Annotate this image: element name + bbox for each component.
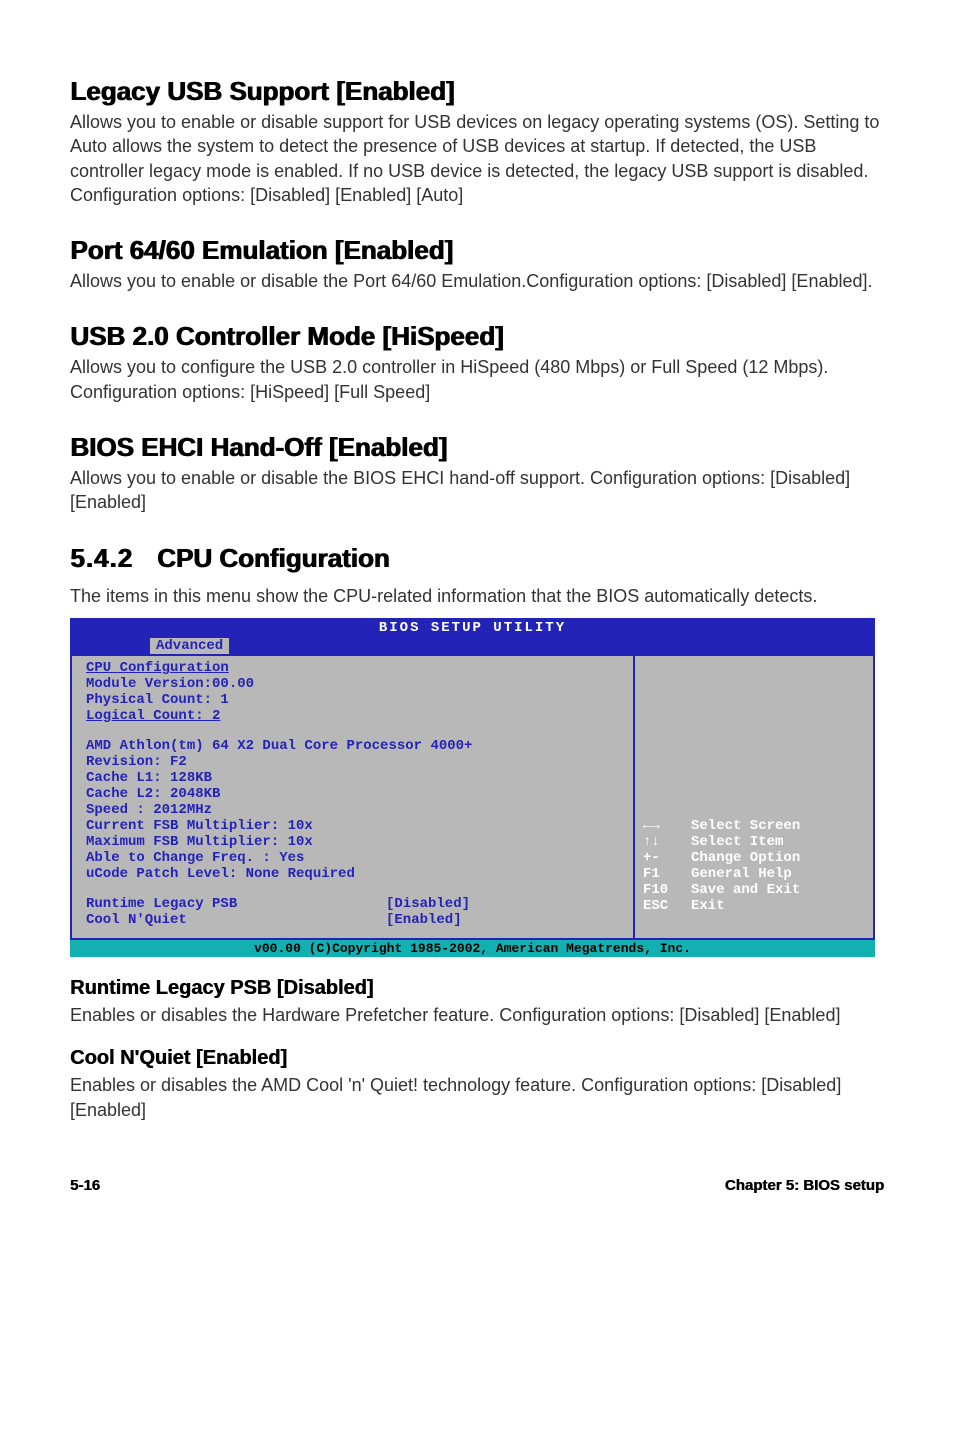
help-label: Save and Exit xyxy=(691,882,800,898)
section-title: CPU Configuration xyxy=(157,543,390,573)
help-key: F1 xyxy=(643,866,691,882)
help-key: +- xyxy=(643,850,691,866)
bios-setting-cool-n-quiet: Cool N'Quiet [Enabled] xyxy=(86,912,623,928)
help-row: F10Save and Exit xyxy=(643,882,865,898)
help-row: ↑↓Select Item xyxy=(643,834,865,850)
heading-port-6460: Port 64/60 Emulation [Enabled] xyxy=(70,235,884,266)
bios-ucode: uCode Patch Level: None Required xyxy=(86,866,623,882)
bios-copyright: v00.00 (C)Copyright 1985-2002, American … xyxy=(70,940,875,957)
help-key: ESC xyxy=(643,898,691,914)
subheading-cool-n-quiet: Cool N'Quiet [Enabled] xyxy=(70,1047,884,1070)
bios-screenshot: BIOS SETUP UTILITY Advanced CPU Configur… xyxy=(70,618,875,957)
bios-speed: Speed : 2012MHz xyxy=(86,802,623,818)
heading-legacy-usb: Legacy USB Support [Enabled] xyxy=(70,76,884,107)
heading-usb20-mode: USB 2.0 Controller Mode [HiSpeed] xyxy=(70,321,884,352)
body-port-6460: Allows you to enable or disable the Port… xyxy=(70,269,884,293)
section-number: 5.4.2 xyxy=(70,543,133,573)
help-key: ↑↓ xyxy=(643,834,691,850)
help-label: Select Item xyxy=(691,834,783,850)
bios-right-panel: ←→Select Screen ↑↓Select Item +-Change O… xyxy=(635,656,875,940)
footer-page-number: 5-16 xyxy=(70,1177,100,1194)
subheading-runtime-psb: Runtime Legacy PSB [Disabled] xyxy=(70,977,884,1000)
bios-tab-row: Advanced xyxy=(70,638,875,656)
body-runtime-psb: Enables or disables the Hardware Prefetc… xyxy=(70,1003,884,1027)
help-row: ←→Select Screen xyxy=(643,818,865,834)
body-cpu-config: The items in this menu show the CPU-rela… xyxy=(70,584,884,608)
bios-physical-count: Physical Count: 1 xyxy=(86,692,623,708)
body-legacy-usb: Allows you to enable or disable support … xyxy=(70,110,884,207)
bios-setting1-value: [Disabled] xyxy=(386,896,470,912)
bios-able-change: Able to Change Freq. : Yes xyxy=(86,850,623,866)
help-label: Exit xyxy=(691,898,725,914)
bios-cache-l1: Cache L1: 128KB xyxy=(86,770,623,786)
section-heading-cpu-config: 5.4.2 CPU Configuration xyxy=(70,543,884,574)
bios-current-fsb: Current FSB Multiplier: 10x xyxy=(86,818,623,834)
page-footer: 5-16 Chapter 5: BIOS setup xyxy=(70,1177,884,1194)
help-key: F10 xyxy=(643,882,691,898)
help-key: ←→ xyxy=(643,818,691,834)
bios-module-version: Module Version:00.00 xyxy=(86,676,623,692)
help-label: Select Screen xyxy=(691,818,800,834)
bios-cache-l2: Cache L2: 2048KB xyxy=(86,786,623,802)
bios-title: BIOS SETUP UTILITY xyxy=(70,618,875,638)
bios-cpu-name: AMD Athlon(tm) 64 X2 Dual Core Processor… xyxy=(86,738,623,754)
bios-body: CPU Configuration Module Version:00.00 P… xyxy=(70,656,875,940)
help-row: +-Change Option xyxy=(643,850,865,866)
body-cool-n-quiet: Enables or disables the AMD Cool 'n' Qui… xyxy=(70,1073,884,1122)
help-label: General Help xyxy=(691,866,792,882)
help-row: F1General Help xyxy=(643,866,865,882)
heading-bios-ehci: BIOS EHCI Hand-Off [Enabled] xyxy=(70,432,884,463)
bios-setting2-label: Cool N'Quiet xyxy=(86,912,386,928)
bios-setting2-value: [Enabled] xyxy=(386,912,462,928)
bios-header: CPU Configuration xyxy=(86,660,623,676)
footer-chapter-title: Chapter 5: BIOS setup xyxy=(725,1177,884,1194)
bios-logical-count: Logical Count: 2 xyxy=(86,708,623,724)
bios-tab-advanced: Advanced xyxy=(150,638,229,654)
body-usb20-mode: Allows you to configure the USB 2.0 cont… xyxy=(70,355,884,404)
bios-revision: Revision: F2 xyxy=(86,754,623,770)
bios-left-panel: CPU Configuration Module Version:00.00 P… xyxy=(70,656,635,940)
bios-setting-runtime-psb: Runtime Legacy PSB [Disabled] xyxy=(86,896,623,912)
bios-max-fsb: Maximum FSB Multiplier: 10x xyxy=(86,834,623,850)
help-label: Change Option xyxy=(691,850,800,866)
bios-setting1-label: Runtime Legacy PSB xyxy=(86,896,386,912)
body-bios-ehci: Allows you to enable or disable the BIOS… xyxy=(70,466,884,515)
help-row: ESCExit xyxy=(643,898,865,914)
